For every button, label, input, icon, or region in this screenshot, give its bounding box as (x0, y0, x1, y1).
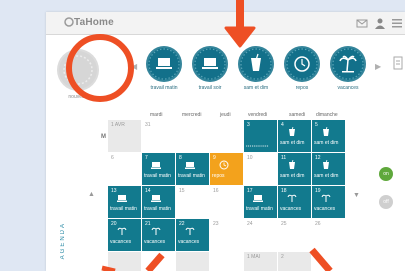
annotation-overlay (66, 0, 333, 271)
arrow-tail-left (145, 252, 165, 271)
arrow-tail-right (309, 247, 333, 271)
highlight-circle (66, 34, 134, 102)
arrow-head-down (224, 26, 256, 48)
